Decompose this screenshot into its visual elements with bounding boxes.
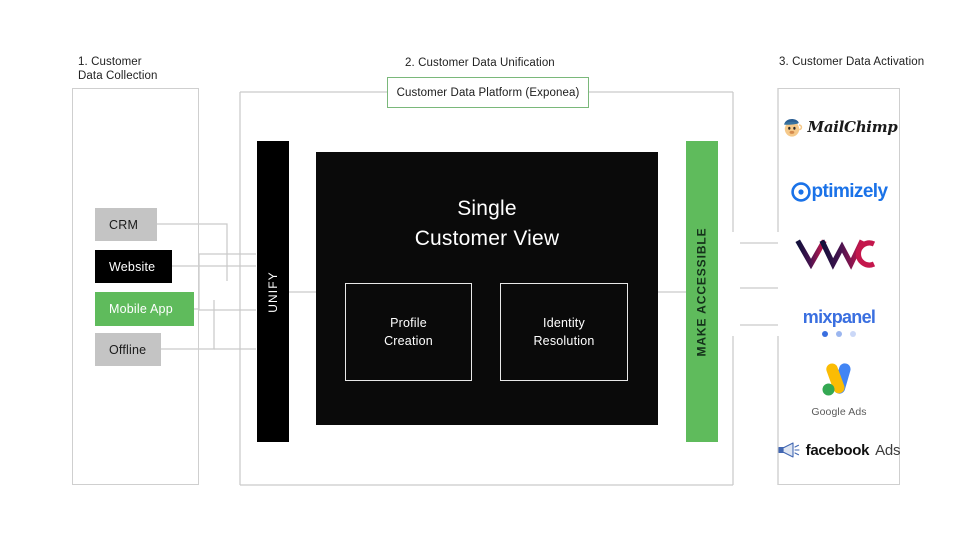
- customer-data-collection-container: [72, 88, 199, 485]
- scv-title: Single Customer View: [316, 194, 658, 254]
- megaphone-icon: [778, 442, 800, 458]
- destination-facebook-ads[interactable]: facebook Ads: [778, 428, 901, 472]
- destination-mixpanel[interactable]: mixpanel: [780, 298, 898, 346]
- destination-optimizely[interactable]: ptimizely: [780, 168, 898, 216]
- source-chip-website-label: Website: [109, 259, 156, 274]
- facebook-wordmark: facebook: [805, 441, 870, 459]
- unify-bar-label: UNIFY: [266, 270, 280, 313]
- mixpanel-wordmark: mixpanel: [802, 307, 876, 327]
- single-customer-view-panel: Single Customer View Profile Creation Id…: [316, 152, 658, 425]
- facebook-ads-suffix: Ads: [875, 441, 901, 459]
- unify-bar: UNIFY: [257, 141, 289, 442]
- optimizely-mark-icon: [790, 182, 811, 202]
- mailchimp-monkey-icon: [783, 118, 802, 137]
- google-ads-icon: [822, 362, 851, 395]
- make-accessible-bar: MAKE ACCESSIBLE: [686, 141, 718, 442]
- scv-title-line1: Single: [457, 197, 517, 220]
- cdp-platform-label[interactable]: Customer Data Platform (Exponea): [387, 77, 589, 108]
- source-chip-offline-label: Offline: [109, 342, 147, 357]
- identity-resolution-line1: Identity: [543, 316, 585, 330]
- google-ads-wordmark: Google Ads: [811, 405, 867, 418]
- profile-creation-line2: Creation: [384, 334, 433, 348]
- column-caption-activation: 3. Customer Data Activation: [779, 56, 925, 68]
- identity-resolution-box: Identity Resolution: [500, 283, 628, 381]
- profile-creation-box: Profile Creation: [345, 283, 472, 381]
- cdp-platform-label-text: Customer Data Platform (Exponea): [396, 86, 580, 99]
- scv-title-line2: Customer View: [414, 227, 560, 250]
- diagram-canvas: 1. Customer Data Collection 2. Customer …: [0, 0, 975, 540]
- source-chip-mobile-app[interactable]: Mobile App: [95, 292, 194, 326]
- identity-resolution-line2: Resolution: [533, 334, 595, 348]
- column-caption-unification: 2. Customer Data Unification: [405, 57, 555, 69]
- source-chip-website[interactable]: Website: [95, 250, 172, 283]
- mailchimp-wordmark: MailChimp: [807, 118, 898, 136]
- destination-vwo[interactable]: [780, 232, 898, 276]
- column-caption-collection: 1. Customer Data Collection: [78, 56, 158, 82]
- source-chip-crm[interactable]: CRM: [95, 208, 157, 241]
- optimizely-wordmark: ptimizely: [811, 181, 889, 202]
- make-accessible-bar-label: MAKE ACCESSIBLE: [695, 226, 710, 357]
- source-chip-mobile-app-label: Mobile App: [109, 302, 173, 316]
- source-chip-crm-label: CRM: [109, 217, 139, 232]
- source-chip-offline[interactable]: Offline: [95, 333, 161, 366]
- mixpanel-dots-icon: [803, 331, 875, 337]
- vwo-logo-icon: [795, 239, 876, 270]
- destination-google-ads[interactable]: Google Ads: [780, 358, 898, 420]
- destination-mailchimp[interactable]: MailChimp: [780, 100, 898, 154]
- profile-creation-line1: Profile: [390, 316, 427, 330]
